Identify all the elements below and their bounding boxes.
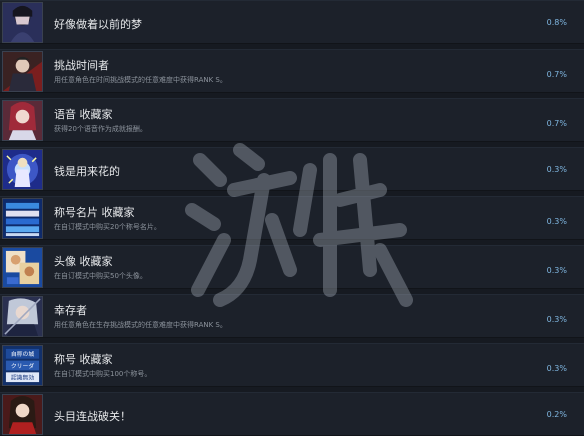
achievement-title: 称号名片 收藏家 [54, 206, 135, 219]
achievement-title: 头目连战破关！ [54, 410, 131, 423]
achievement-row[interactable]: 头目连战破关！ 0.2% [0, 392, 584, 436]
achievement-row[interactable]: 语音 收藏家 获得20个语音作为成就报酬。 0.7% [0, 98, 584, 142]
badge-line-3: 認識無効 [11, 374, 35, 382]
achievement-percent: 0.3% [546, 315, 567, 324]
badge-line-2: クリーダ [11, 362, 35, 370]
achievement-title: 钱是用来花的 [54, 165, 120, 178]
achievement-description: 用任意角色在生存挑战模式的任意难度中获得RANK S。 [54, 321, 227, 329]
achievement-percent: 0.3% [546, 165, 567, 174]
achievement-row[interactable]: 自称の城 クリーダ 認識無効 称号 收藏家 在自订模式中购买100个称号。 0.… [0, 343, 584, 387]
achievement-description: 在自订模式中购买20个称号名片。 [54, 223, 161, 231]
achievement-description: 在自订模式中购买50个头像。 [54, 272, 147, 280]
survivor-swordsman-icon [2, 296, 43, 337]
achievement-list: 好像做着以前的梦 0.8% 挑战时间者 用任意角色在时间挑战模式的任意难度中获得… [0, 0, 584, 436]
achievement-row[interactable]: 挑战时间者 用任意角色在时间挑战模式的任意难度中获得RANK S。 0.7% [0, 49, 584, 93]
sparkle-girl-icon [2, 149, 43, 190]
red-haired-girl-icon [2, 100, 43, 141]
achievement-percent: 0.7% [546, 119, 567, 128]
achievement-percent: 0.2% [546, 410, 567, 419]
achievement-title: 语音 收藏家 [54, 108, 113, 121]
achievement-percent: 0.8% [546, 18, 567, 27]
achievement-description: 用任意角色在时间挑战模式的任意难度中获得RANK S。 [54, 76, 227, 84]
name-cards-icon [2, 198, 43, 239]
achievement-percent: 0.3% [546, 217, 567, 226]
achievement-percent: 0.7% [546, 70, 567, 79]
achievement-title: 好像做着以前的梦 [54, 18, 142, 31]
achievement-percent: 0.3% [546, 364, 567, 373]
achievement-description: 获得20个语音作为成就报酬。 [54, 125, 147, 133]
achievement-row[interactable]: 钱是用来花的 0.3% [0, 147, 584, 191]
achievement-row[interactable]: 称号名片 收藏家 在自订模式中购买20个称号名片。 0.3% [0, 196, 584, 240]
achievement-title: 称号 收藏家 [54, 353, 113, 366]
achievement-row[interactable]: 好像做着以前的梦 0.8% [0, 0, 584, 44]
dark-haired-swordsman-icon [2, 2, 43, 43]
achievement-row[interactable]: 头像 收藏家 在自订模式中购买50个头像。 0.3% [0, 245, 584, 289]
avatar-cards-icon [2, 247, 43, 288]
achievement-description: 在自订模式中购买100个称号。 [54, 370, 152, 378]
achievement-title: 幸存者 [54, 304, 87, 317]
fighter-red-scarf-icon [2, 51, 43, 92]
achievement-row[interactable]: 幸存者 用任意角色在生存挑战模式的任意难度中获得RANK S。 0.3% [0, 294, 584, 338]
boss-rush-girl-icon [2, 394, 43, 435]
title-badges-icon: 自称の城 クリーダ 認識無効 [2, 345, 43, 386]
achievement-title: 头像 收藏家 [54, 255, 113, 268]
achievement-percent: 0.3% [546, 266, 567, 275]
achievement-title: 挑战时间者 [54, 59, 109, 72]
badge-line-1: 自称の城 [11, 350, 35, 358]
